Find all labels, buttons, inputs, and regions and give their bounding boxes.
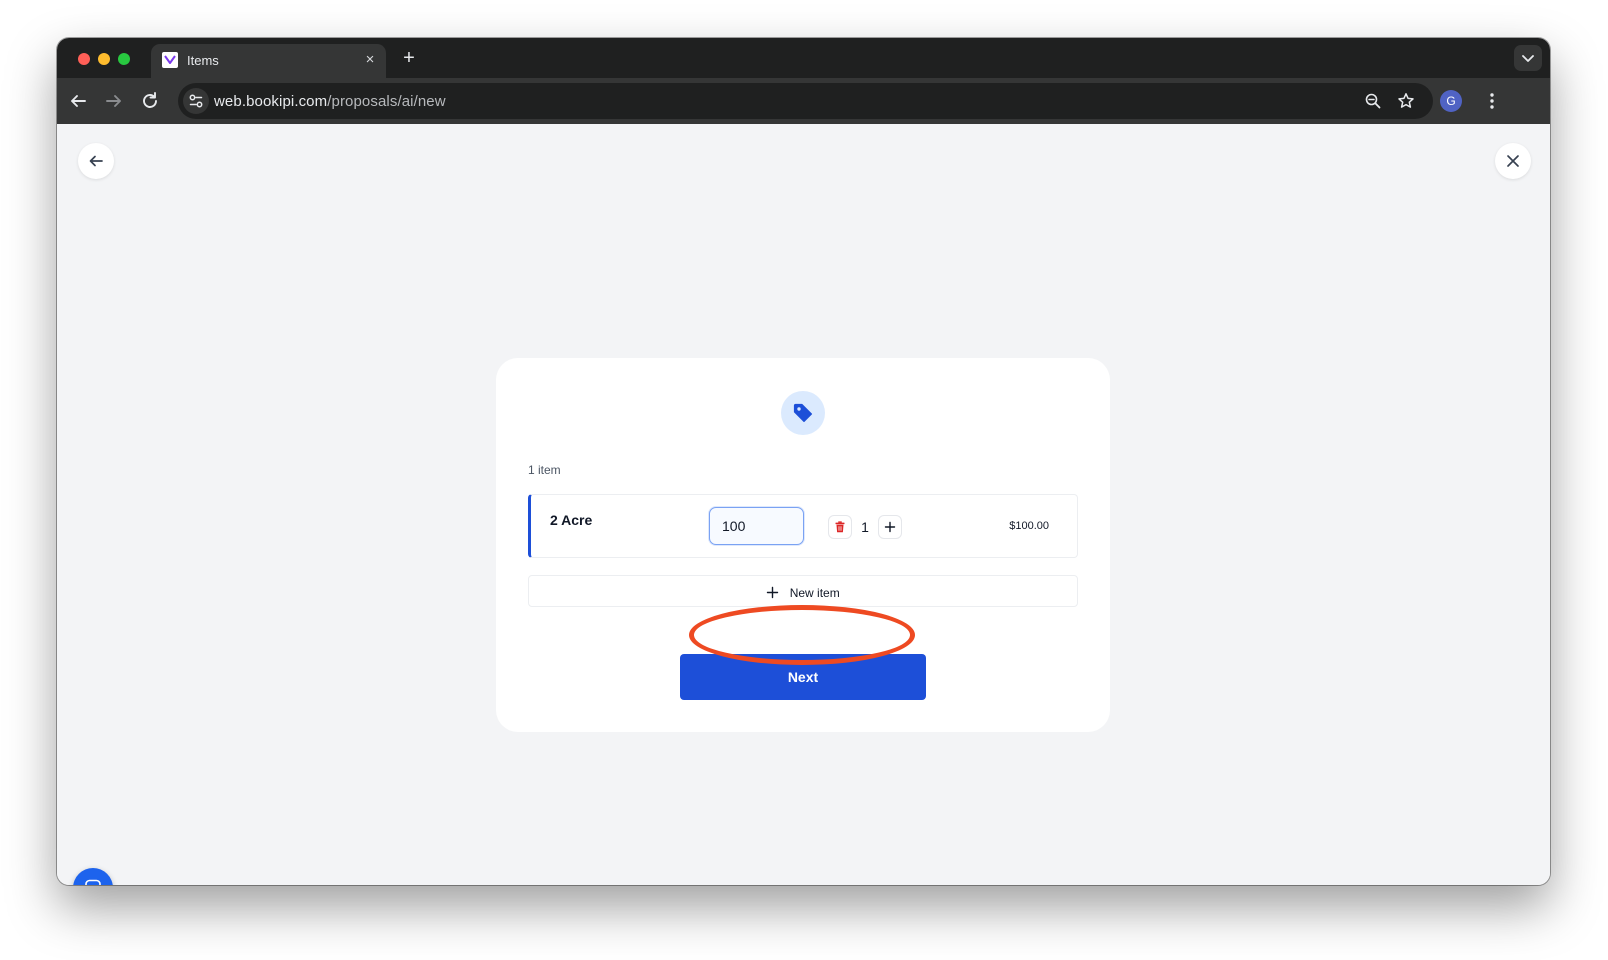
tab-bar: Items × + (57, 38, 1550, 78)
browser-forward-button[interactable] (102, 89, 126, 113)
arrow-left-icon (89, 155, 103, 167)
line-total: $100.00 (1009, 520, 1049, 532)
close-icon (1507, 155, 1519, 167)
tab-items[interactable]: Items × (151, 44, 386, 78)
price-input[interactable] (709, 507, 804, 545)
site-info-button[interactable] (183, 88, 209, 114)
tab-close-icon[interactable]: × (362, 52, 378, 68)
page-content: 1 item 2 Acre 100 1 $100.00 New item Nex… (57, 124, 1550, 885)
url-text: web.bookipi.com/proposals/ai/new (214, 93, 446, 110)
tab-title: Items (187, 53, 219, 68)
new-item-button[interactable]: New item (528, 575, 1078, 607)
items-card: 1 item 2 Acre 100 1 $100.00 New item Nex… (496, 358, 1110, 732)
back-button[interactable] (78, 143, 114, 179)
browser-menu-button[interactable] (1481, 90, 1503, 112)
browser-window: Items × + web.bookipi.com/proposals/ai/n… (57, 38, 1550, 885)
header-icon-badge (781, 391, 825, 435)
reload-button[interactable] (138, 89, 162, 113)
browser-back-button[interactable] (66, 89, 90, 113)
chat-icon (85, 879, 101, 885)
next-button[interactable]: Next (680, 654, 926, 700)
maximize-window-button[interactable] (118, 53, 130, 65)
star-icon (1398, 93, 1414, 108)
url-host: web.bookipi.com (214, 93, 328, 110)
chat-launcher-button[interactable] (73, 868, 113, 885)
plus-icon (884, 521, 896, 533)
tag-icon (793, 403, 813, 423)
close-window-button[interactable] (78, 53, 90, 65)
tune-icon (189, 94, 203, 108)
browser-toolbar: web.bookipi.com/proposals/ai/new G (57, 78, 1550, 124)
bookmark-button[interactable] (1397, 92, 1415, 110)
new-item-content: New item (766, 584, 840, 602)
increment-quantity-button[interactable] (878, 515, 902, 539)
arrow-left-icon (71, 95, 86, 107)
zoom-button[interactable] (1364, 92, 1382, 110)
arrow-right-icon (106, 95, 121, 107)
url-path: /proposals/ai/new (327, 93, 446, 110)
item-row: 2 Acre 1 $100.00 (528, 494, 1078, 558)
plus-icon (767, 587, 779, 599)
zoom-out-icon (1365, 93, 1381, 109)
item-name[interactable]: 2 Acre (550, 512, 592, 528)
item-count: 1 item (528, 463, 561, 477)
new-tab-button[interactable]: + (398, 47, 420, 69)
address-bar[interactable]: web.bookipi.com/proposals/ai/new (178, 83, 1433, 119)
chevron-down-icon (1522, 55, 1534, 62)
tab-search-button[interactable] (1514, 45, 1542, 71)
reload-icon (143, 92, 157, 108)
close-button[interactable] (1495, 143, 1531, 179)
delete-item-button[interactable] (828, 515, 852, 539)
minimize-window-button[interactable] (98, 53, 110, 65)
profile-avatar[interactable]: G (1440, 90, 1462, 112)
trash-icon (835, 521, 845, 533)
quantity-value: 1 (861, 519, 869, 535)
new-item-label: New item (789, 585, 840, 600)
more-vertical-icon (1490, 93, 1494, 109)
bookipi-favicon-icon (162, 52, 178, 68)
